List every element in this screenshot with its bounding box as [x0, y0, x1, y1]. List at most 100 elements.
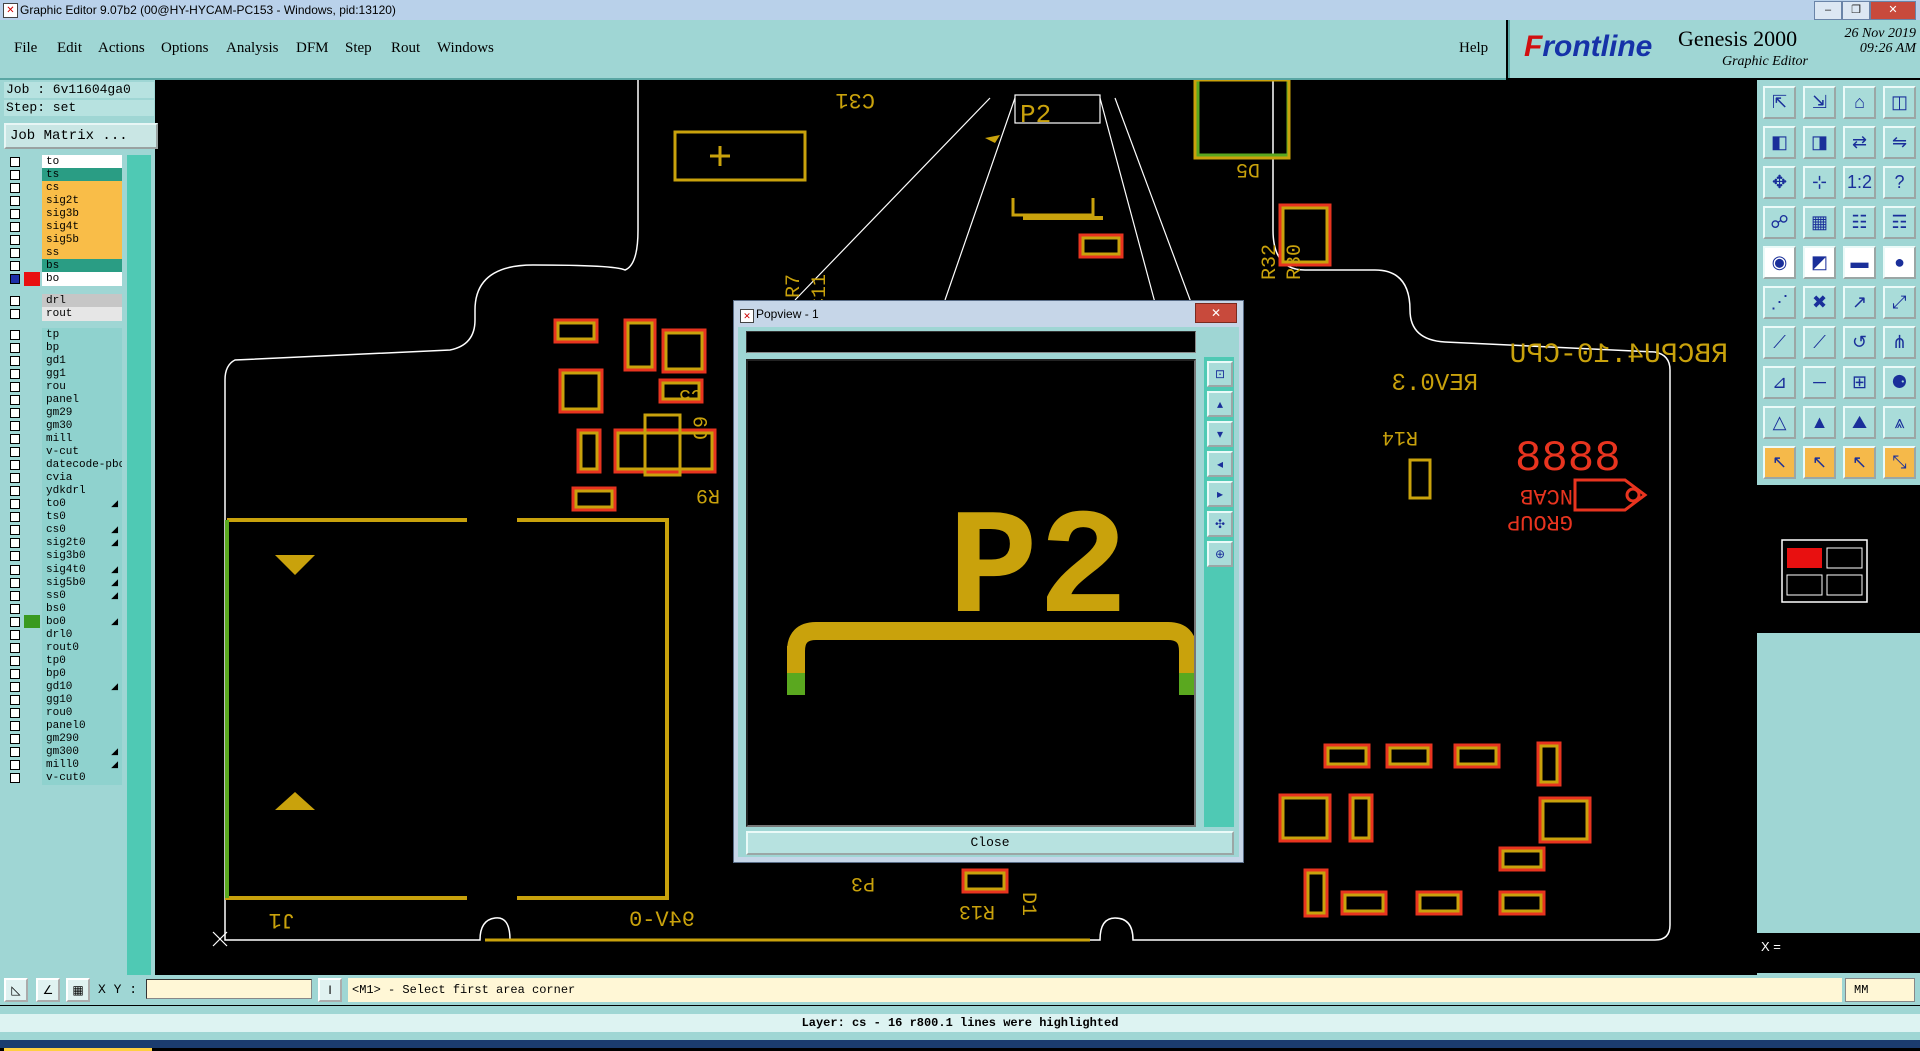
- layer-row[interactable]: rou0: [6, 706, 124, 721]
- layer-row[interactable]: ts: [6, 168, 124, 183]
- fork-icon[interactable]: ⋔: [1883, 326, 1916, 359]
- layer-row[interactable]: mill0 ◢: [6, 758, 124, 773]
- layer-color-swatch[interactable]: [24, 220, 40, 235]
- menu-options[interactable]: Options: [161, 40, 209, 57]
- layer-color-swatch[interactable]: [24, 181, 40, 196]
- layer-name[interactable]: bs: [42, 259, 122, 274]
- layer-color-swatch[interactable]: [24, 405, 40, 420]
- pan-right-icon[interactable]: ◨: [1803, 126, 1836, 159]
- layer-row[interactable]: tp0: [6, 653, 124, 668]
- layer-row[interactable]: bs0: [6, 601, 124, 616]
- layer-color-swatch[interactable]: [24, 745, 40, 760]
- minimize-button[interactable]: –: [1814, 1, 1842, 20]
- rotate-icon[interactable]: ↺: [1843, 326, 1876, 359]
- layer-checkbox[interactable]: [10, 170, 20, 181]
- surface-icon[interactable]: ⛰: [1843, 406, 1876, 439]
- layer-color-swatch[interactable]: [24, 653, 40, 668]
- layer-checkbox[interactable]: [10, 407, 20, 418]
- zoom-back-icon[interactable]: ⇲: [1803, 86, 1836, 119]
- layer-row[interactable]: gm300 ◢: [6, 745, 124, 760]
- layer-checkbox[interactable]: [10, 642, 20, 653]
- flip-icon[interactable]: ⇋: [1883, 126, 1916, 159]
- layer-row[interactable]: gd1: [6, 353, 124, 368]
- layer-checkbox[interactable]: [10, 355, 20, 366]
- layer-name[interactable]: rou: [42, 379, 122, 394]
- layer-name[interactable]: gm30: [42, 418, 122, 433]
- layer-checkbox[interactable]: [10, 760, 20, 771]
- layer-name[interactable]: gg10: [42, 693, 122, 707]
- layer-name[interactable]: panel: [42, 392, 122, 407]
- layer-row[interactable]: cvia: [6, 471, 124, 486]
- layer-row[interactable]: gm29: [6, 405, 124, 420]
- pop-pan-left-icon[interactable]: ◂: [1207, 451, 1233, 477]
- layer-color-swatch[interactable]: [24, 706, 40, 721]
- layer-checkbox[interactable]: [10, 708, 20, 719]
- layer-name[interactable]: gm300 ◢: [42, 745, 122, 760]
- arrow-icon[interactable]: ↗: [1843, 286, 1876, 319]
- line2-icon[interactable]: ⟋: [1803, 326, 1836, 359]
- layer-checkbox[interactable]: [10, 157, 20, 167]
- layer-checkbox[interactable]: [10, 381, 20, 392]
- layer-row[interactable]: sig3b0: [6, 549, 124, 564]
- layer-checkbox[interactable]: [10, 512, 20, 523]
- layer-row[interactable]: ss: [6, 246, 124, 261]
- angle-tool-icon[interactable]: ⊿: [1763, 366, 1796, 399]
- layer-checkbox[interactable]: [10, 734, 20, 745]
- pointer-icon[interactable]: ↖: [1763, 446, 1796, 479]
- layer-name[interactable]: ts0: [42, 510, 122, 525]
- pop-zoom-out-icon[interactable]: ⊕: [1207, 541, 1233, 567]
- pad-icon[interactable]: ●: [1883, 246, 1916, 279]
- layer-checkbox[interactable]: [10, 525, 20, 536]
- layer-row[interactable]: sig5b0 ◢: [6, 575, 124, 590]
- layer-color-swatch[interactable]: [24, 614, 40, 629]
- layer-name[interactable]: bo: [42, 272, 122, 287]
- layer-name[interactable]: bp0: [42, 666, 122, 681]
- layer-color-swatch[interactable]: [24, 536, 40, 551]
- layer-row[interactable]: ts0: [6, 510, 124, 525]
- layer-color-swatch[interactable]: [24, 207, 40, 222]
- units-selector[interactable]: MM: [1845, 978, 1915, 1002]
- layer-checkbox[interactable]: [10, 486, 20, 497]
- layer-color-swatch[interactable]: [24, 497, 40, 512]
- layer-checkbox[interactable]: [10, 695, 20, 705]
- segment-icon[interactable]: ─: [1803, 366, 1836, 399]
- layer-name[interactable]: sig5b0 ◢: [42, 575, 122, 590]
- circle-icon[interactable]: ⚈: [1883, 366, 1916, 399]
- layer-row[interactable]: ydkdrl: [6, 484, 124, 499]
- layer-color-swatch[interactable]: [24, 392, 40, 407]
- pop-pan-down-icon[interactable]: ▾: [1207, 421, 1233, 447]
- layer-color-swatch[interactable]: [24, 168, 40, 183]
- layers-tool-icon[interactable]: ☷: [1843, 206, 1876, 239]
- layer-color-swatch[interactable]: [24, 601, 40, 616]
- layer-checkbox[interactable]: [10, 329, 20, 340]
- layer-color-swatch[interactable]: [24, 293, 40, 308]
- layer-row[interactable]: sig4t0 ◢: [6, 562, 124, 577]
- layer-checkbox[interactable]: [10, 668, 20, 679]
- split-icon[interactable]: ◫: [1883, 86, 1916, 119]
- layer-name[interactable]: gd1: [42, 353, 122, 368]
- layer-color-swatch[interactable]: [24, 758, 40, 773]
- layer-color-swatch[interactable]: [24, 366, 40, 381]
- pan-left-icon[interactable]: ◧: [1763, 126, 1796, 159]
- layer-color-swatch[interactable]: [24, 575, 40, 590]
- layer-row[interactable]: to0 ◢: [6, 497, 124, 512]
- layer-checkbox[interactable]: [10, 222, 20, 233]
- measure-icon[interactable]: ▬: [1843, 246, 1876, 279]
- peak-icon[interactable]: ⩓: [1883, 406, 1916, 439]
- layer-name[interactable]: ydkdrl: [42, 484, 122, 499]
- menu-edit[interactable]: Edit: [57, 40, 82, 57]
- layer-color-swatch[interactable]: [24, 588, 40, 603]
- layer-name[interactable]: ss: [42, 246, 122, 261]
- layer-name[interactable]: v-cut: [42, 445, 122, 460]
- menu-step[interactable]: Step: [345, 40, 372, 57]
- menu-actions[interactable]: Actions: [98, 40, 145, 57]
- layer-name[interactable]: v-cut0: [42, 771, 122, 786]
- layer-checkbox[interactable]: [10, 261, 20, 272]
- layer-row[interactable]: bp: [6, 340, 124, 355]
- camera-icon[interactable]: ◉: [1763, 246, 1796, 279]
- layer-name[interactable]: tp: [42, 327, 122, 342]
- layer-name[interactable]: gm290: [42, 732, 122, 747]
- layer-name[interactable]: bo0 ◢: [42, 614, 122, 629]
- overview-map[interactable]: [1757, 485, 1920, 633]
- pop-pan-up-icon[interactable]: ▴: [1207, 391, 1233, 417]
